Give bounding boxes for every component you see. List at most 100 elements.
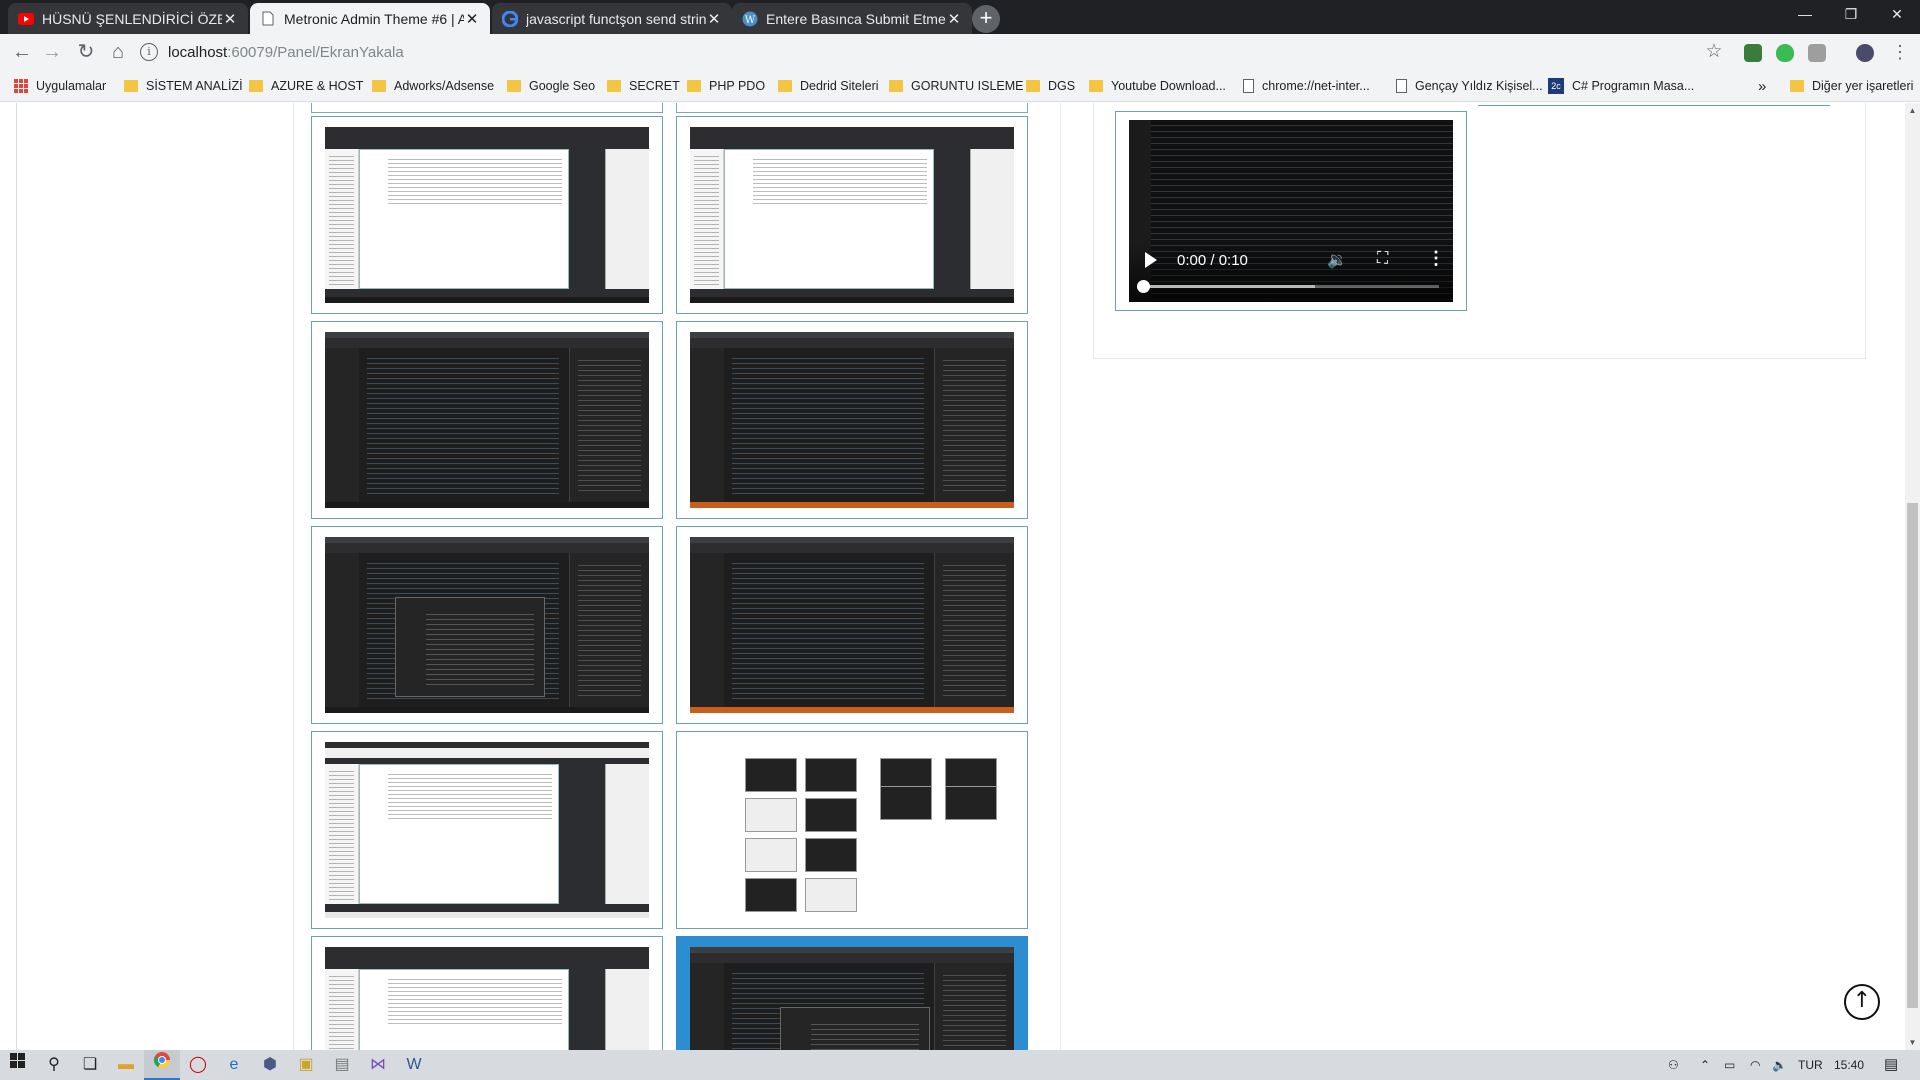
- tab-javascript[interactable]: javascript functşon send string p ✕: [492, 3, 732, 34]
- screenshot-thumbnail[interactable]: [311, 731, 663, 929]
- address-bar[interactable]: i localhost:60079/Panel/EkranYakala: [140, 38, 1720, 66]
- avatar[interactable]: [1856, 44, 1874, 62]
- start-icon[interactable]: [0, 1050, 36, 1080]
- bookmark-other[interactable]: Diğer yer işaretleri: [1790, 77, 1913, 95]
- video-player[interactable]: 0:00 / 0:10 🔉 ⛶ ⋮: [1129, 120, 1453, 302]
- clock[interactable]: 15:40: [1834, 1050, 1864, 1080]
- screenshot-thumbnail[interactable]: [676, 526, 1028, 724]
- address-host: localhost: [168, 43, 228, 61]
- info-icon[interactable]: i: [140, 43, 158, 61]
- folder-icon: [1790, 80, 1804, 92]
- folder-icon: [372, 80, 386, 92]
- thumbnail-card[interactable]: [311, 103, 663, 113]
- volume-icon[interactable]: 🔉: [1327, 250, 1347, 270]
- page-scrollbar[interactable]: ▲ ▼: [1905, 103, 1920, 1050]
- folder-icon: [687, 80, 701, 92]
- battery-icon[interactable]: ▭: [1724, 1050, 1735, 1080]
- shield-icon[interactable]: [1776, 44, 1794, 62]
- bookmark-item[interactable]: GORUNTU ISLEME: [889, 77, 1024, 95]
- edge-icon[interactable]: e: [216, 1050, 252, 1080]
- app-icon[interactable]: ▤: [324, 1050, 360, 1080]
- bookmark-item[interactable]: Gençay Yıldız Kişisel...: [1396, 77, 1543, 95]
- more-options-icon[interactable]: ⋮: [1427, 248, 1445, 269]
- people-icon[interactable]: ⚇: [1668, 1050, 1679, 1080]
- video-progress-bar[interactable]: [1137, 280, 1439, 293]
- screenshot-thumbnail-selected[interactable]: [676, 936, 1028, 1050]
- tab-husnu[interactable]: HÜSNÜ ŞENLENDİRİCİ ÖZEL SEÇ ✕: [8, 3, 248, 34]
- address-path: :60079/Panel/EkranYakala: [227, 43, 404, 61]
- shield-app-icon[interactable]: ⬢: [252, 1050, 288, 1080]
- video-scrubber-handle[interactable]: [1137, 280, 1150, 293]
- tab-entere[interactable]: W Entere Basınca Submit Etmek | we ✕: [732, 3, 972, 34]
- notifications-icon[interactable]: ▤: [1884, 1050, 1898, 1080]
- bookmark-item[interactable]: SİSTEM ANALİZİ: [124, 77, 243, 95]
- bookmark-item[interactable]: 2c C# Programın Masa...: [1548, 77, 1694, 95]
- bookmark-item[interactable]: Adworks/Adsense: [372, 77, 494, 95]
- bookmark-item[interactable]: chrome://net-inter...: [1243, 77, 1370, 95]
- youtube-icon: [18, 11, 34, 27]
- back-button[interactable]: ←: [8, 38, 36, 66]
- folder-icon: [124, 80, 138, 92]
- tab-strip: HÜSNÜ ŞENLENDİRİCİ ÖZEL SEÇ ✕ Metronic A…: [0, 0, 1920, 34]
- bookmark-item[interactable]: Google Seo: [507, 77, 595, 95]
- screenshot-thumbnail[interactable]: [311, 321, 663, 519]
- bookmark-item[interactable]: PHP PDO: [687, 77, 765, 95]
- thumbnail-card[interactable]: [676, 103, 1028, 113]
- folder-icon: [1089, 80, 1103, 92]
- extension-icon[interactable]: [1808, 44, 1826, 62]
- scrollbar-thumb[interactable]: [1907, 503, 1918, 1008]
- search-icon[interactable]: ⚲: [36, 1050, 72, 1080]
- extension-icon[interactable]: [1744, 44, 1762, 62]
- scroll-up-icon[interactable]: ▲: [1905, 103, 1920, 118]
- reload-button[interactable]: ↻: [72, 38, 100, 66]
- home-button[interactable]: ⌂: [104, 38, 132, 66]
- folder-icon: [778, 80, 792, 92]
- bookmark-item[interactable]: Youtube Download...: [1089, 77, 1226, 95]
- bookmark-apps[interactable]: Uygulamalar: [14, 77, 106, 95]
- minimize-button[interactable]: —: [1782, 0, 1828, 30]
- restore-button[interactable]: ❐: [1828, 0, 1874, 30]
- opera-icon[interactable]: ◯: [180, 1050, 216, 1080]
- close-icon[interactable]: ✕: [946, 10, 962, 28]
- bookmark-item[interactable]: AZURE & HOST: [249, 77, 363, 95]
- app-icon[interactable]: ▣: [288, 1050, 324, 1080]
- bookmark-item[interactable]: DGS: [1026, 77, 1075, 95]
- bookmarks-overflow-button[interactable]: »: [1758, 77, 1766, 95]
- language-indicator[interactable]: TUR: [1798, 1050, 1823, 1080]
- panel-border: [1060, 103, 1061, 1050]
- folder-icon: [607, 80, 621, 92]
- screenshot-thumbnail[interactable]: [676, 116, 1028, 314]
- screenshot-thumbnail[interactable]: [311, 526, 663, 724]
- screenshot-thumbnail[interactable]: [311, 936, 663, 1050]
- close-window-button[interactable]: ✕: [1874, 0, 1920, 30]
- forward-button[interactable]: →: [38, 38, 66, 66]
- wifi-icon[interactable]: ◠: [1750, 1050, 1760, 1080]
- fullscreen-icon[interactable]: ⛶: [1377, 250, 1388, 268]
- bookmark-item[interactable]: Dedrid Siteleri: [778, 77, 879, 95]
- scroll-to-top-button[interactable]: ↑: [1844, 984, 1880, 1020]
- word-icon[interactable]: W: [396, 1050, 432, 1080]
- tab-title: Metronic Admin Theme #6 | Adm: [284, 10, 464, 27]
- close-icon[interactable]: ✕: [222, 10, 238, 28]
- new-tab-button[interactable]: +: [972, 5, 1000, 33]
- play-icon[interactable]: [1145, 252, 1157, 268]
- star-icon[interactable]: ☆: [1700, 38, 1728, 66]
- screenshot-thumbnail[interactable]: [676, 321, 1028, 519]
- bookmarks-bar: Uygulamalar SİSTEM ANALİZİ AZURE & HOST …: [0, 70, 1920, 102]
- menu-icon[interactable]: ⋮: [1886, 38, 1914, 66]
- chevron-up-icon[interactable]: ⌃: [1700, 1050, 1710, 1080]
- scroll-down-icon[interactable]: ▼: [1905, 1035, 1920, 1050]
- screenshot-thumbnail[interactable]: [676, 731, 1028, 929]
- volume-mute-icon[interactable]: 🔈: [1772, 1050, 1787, 1080]
- close-icon[interactable]: ✕: [706, 10, 722, 28]
- close-icon[interactable]: ✕: [464, 10, 480, 28]
- bookmark-item[interactable]: SECRET: [607, 77, 680, 95]
- visual-studio-icon[interactable]: ⋈: [360, 1050, 396, 1080]
- tab-metronic[interactable]: Metronic Admin Theme #6 | Adm ✕: [250, 3, 490, 34]
- task-view-icon[interactable]: ❏: [72, 1050, 108, 1080]
- file-explorer-icon[interactable]: ▬: [108, 1050, 144, 1080]
- chrome-icon[interactable]: [144, 1050, 180, 1080]
- screenshot-thumbnail[interactable]: [311, 116, 663, 314]
- page-icon: [1396, 79, 1407, 93]
- tab-title: HÜSNÜ ŞENLENDİRİCİ ÖZEL SEÇ: [42, 10, 222, 27]
